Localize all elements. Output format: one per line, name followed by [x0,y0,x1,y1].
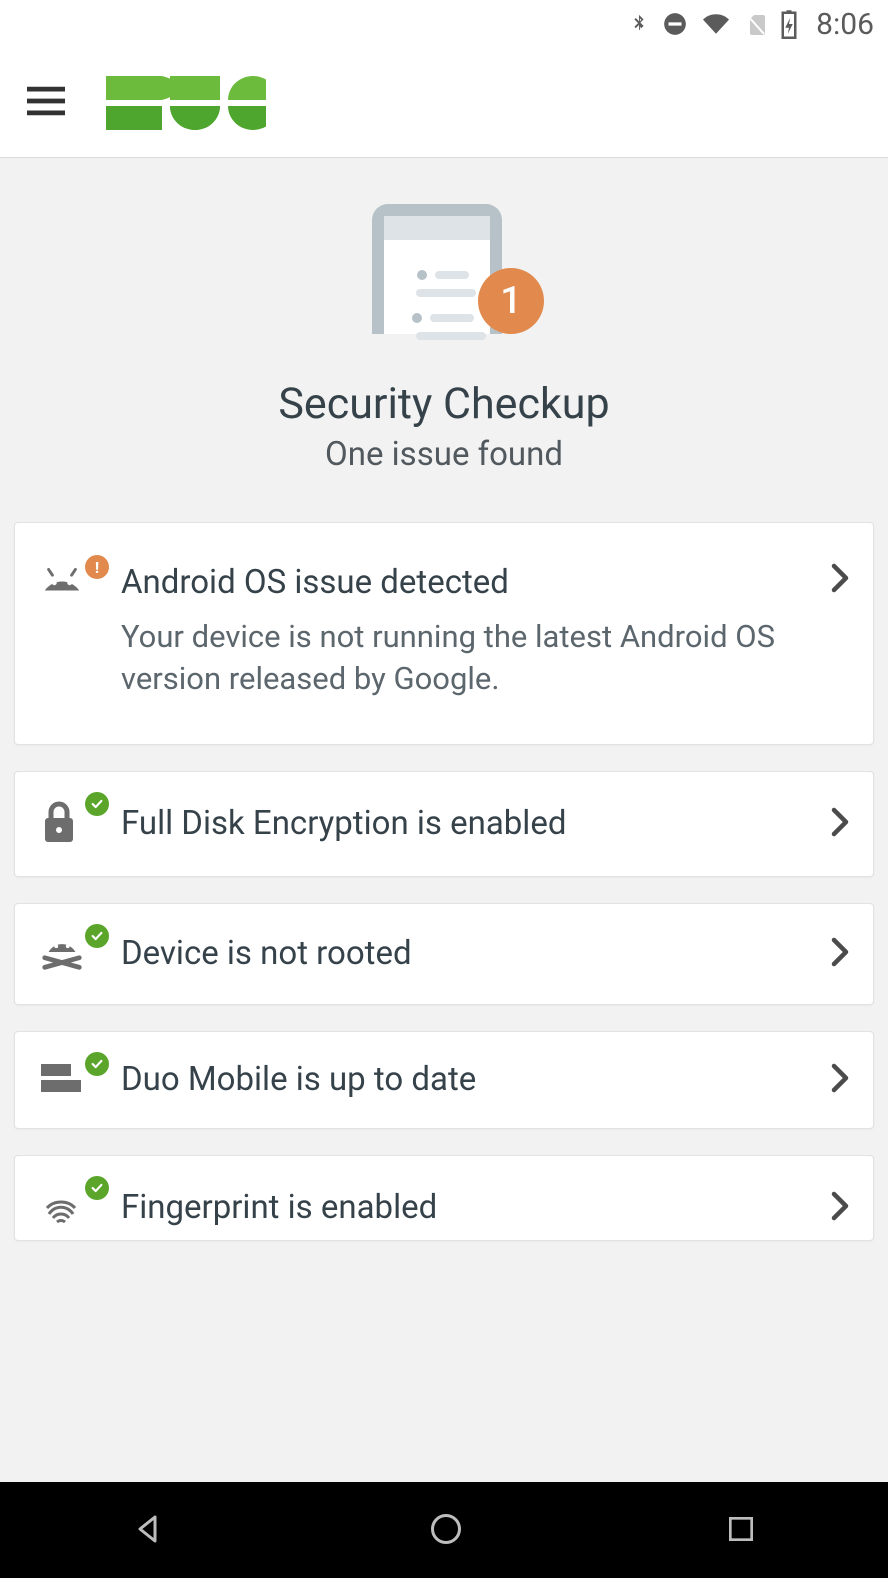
hero-title: Security Checkup [0,379,888,429]
chevron-right-icon [831,1191,849,1225]
lock-icon [39,800,79,848]
security-item-title: Device is not rooted [121,934,813,973]
security-item-title: Android OS issue detected [121,563,813,602]
security-item-not-rooted[interactable]: Device is not rooted [14,903,874,1005]
checkmark-badge-icon [85,1052,109,1076]
security-item-list: ! Android OS issue detected Your device … [0,498,888,1241]
bluetooth-icon [628,9,650,39]
do-not-disturb-icon [662,11,688,37]
menu-button[interactable] [22,79,70,127]
security-checkup-hero: 1 Security Checkup One issue found [0,158,888,498]
android-crossbones-icon [39,932,85,976]
chevron-right-icon [831,807,849,841]
wifi-icon [700,11,732,37]
phone-illustration: 1 [344,204,544,359]
status-bar: 8:06 [0,0,888,48]
warning-badge-icon: ! [85,555,109,579]
duo-app-icon [39,1060,83,1100]
security-item-title: Full Disk Encryption is enabled [121,804,813,843]
android-icon [39,563,85,599]
security-item-description: Your device is not running the latest An… [121,616,813,700]
chevron-right-icon [831,1063,849,1097]
chevron-right-icon [831,563,849,597]
home-button[interactable] [416,1499,476,1562]
hamburger-icon [27,86,65,119]
app-bar [0,48,888,158]
hero-subtitle: One issue found [0,435,888,474]
battery-charging-icon [780,9,798,39]
security-item-encryption[interactable]: Full Disk Encryption is enabled [14,771,874,877]
no-sim-icon [744,9,768,39]
security-item-fingerprint[interactable]: Fingerprint is enabled [14,1155,874,1241]
duo-logo [106,76,266,130]
security-item-duo-updated[interactable]: Duo Mobile is up to date [14,1031,874,1129]
checkmark-badge-icon [85,924,109,948]
checkmark-badge-icon [85,792,109,816]
security-item-title: Duo Mobile is up to date [121,1060,813,1099]
issue-count-badge: 1 [478,268,544,334]
chevron-right-icon [831,937,849,971]
back-button[interactable] [119,1499,179,1562]
security-item-title: Fingerprint is enabled [121,1188,813,1227]
fingerprint-icon [39,1184,83,1232]
recents-button[interactable] [713,1501,769,1560]
android-nav-bar [0,1482,888,1578]
checkmark-badge-icon [85,1176,109,1200]
security-item-android-os[interactable]: ! Android OS issue detected Your device … [14,522,874,745]
status-time: 8:06 [816,7,874,42]
